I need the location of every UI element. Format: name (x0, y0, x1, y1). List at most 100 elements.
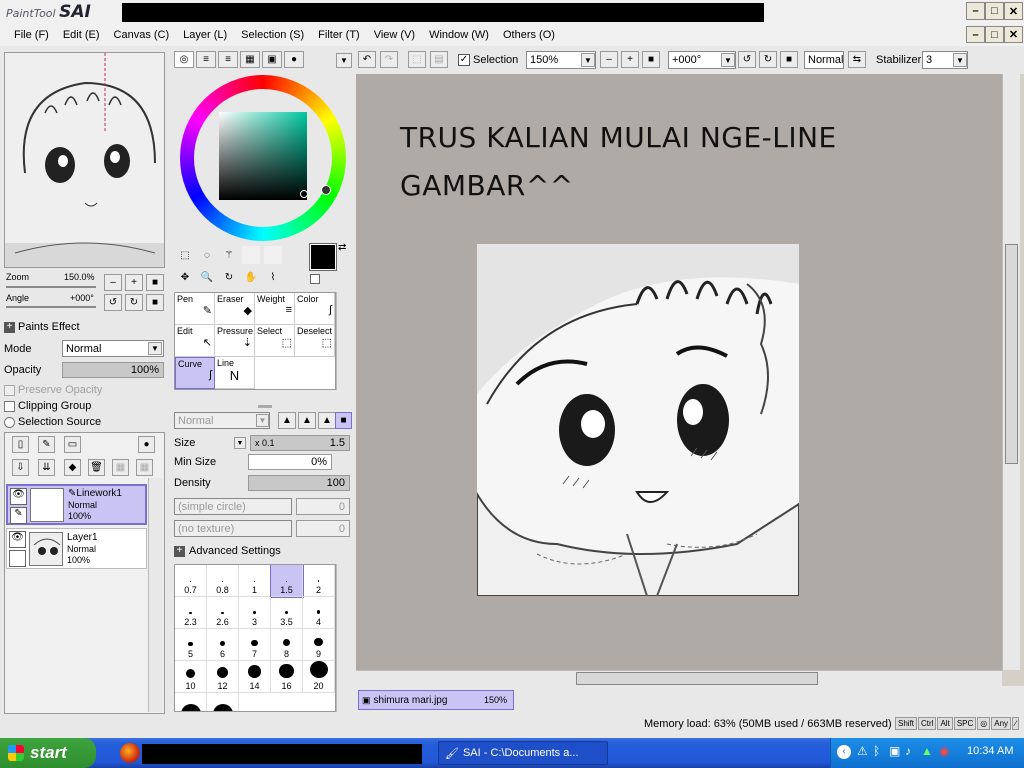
close-button[interactable]: ✕ (1004, 2, 1023, 20)
clipping-group-checkbox[interactable] (4, 401, 15, 412)
preserve-opacity-checkbox[interactable] (4, 385, 15, 396)
angle-slider[interactable] (6, 306, 96, 308)
doc-maximize-button[interactable]: □ (985, 26, 1004, 43)
tool-edit[interactable]: Edit ↖ (175, 325, 215, 357)
brush-size-preset[interactable]: 16 (271, 661, 303, 693)
brush-size-preset[interactable]: 1.5 (270, 565, 304, 598)
zoom-reset-button[interactable]: ■ (146, 274, 164, 291)
tool-line[interactable]: Line N (215, 357, 255, 389)
doc-close-button[interactable]: ✕ (1004, 26, 1023, 43)
brush-size-preset[interactable] (175, 693, 207, 711)
layer-scrollbar[interactable] (148, 478, 163, 712)
eye-icon[interactable]: 👁 (10, 488, 27, 505)
chevron-down-icon[interactable]: ▼ (148, 342, 162, 355)
navigator-preview[interactable] (4, 52, 165, 268)
brush-size-preset[interactable]: 7 (239, 629, 271, 661)
tool-deselect[interactable]: Deselect ⬚ (295, 325, 335, 357)
tool-select[interactable]: Select ⬚ (255, 325, 295, 357)
primary-color-swatch[interactable] (309, 243, 337, 271)
start-button[interactable]: start (0, 738, 96, 768)
mixer-tab[interactable]: ● (284, 51, 304, 68)
menu-filter[interactable]: Filter (T) (304, 29, 360, 41)
layer-item-linework1[interactable]: 👁 ✎ ✎Linework1 Normal 100% (6, 484, 147, 525)
advanced-settings-label[interactable]: Advanced Settings (189, 545, 281, 557)
edge-soft-icon[interactable]: ▲ (318, 412, 336, 429)
transparent-color-icon[interactable] (310, 274, 320, 284)
brush-size-preset[interactable]: 8 (271, 629, 303, 661)
menu-window[interactable]: Window (W) (415, 29, 489, 41)
zoom-out-button[interactable]: – (104, 274, 122, 291)
brush-size-preset[interactable]: 6 (207, 629, 239, 661)
canvas-horizontal-scrollbar[interactable] (356, 670, 1002, 686)
rgb-slider-tab[interactable]: ≡ (196, 51, 216, 68)
trash-icon[interactable]: 🗑 (88, 459, 105, 476)
vertical-scroll-thumb[interactable] (1005, 244, 1018, 464)
color-menu-button[interactable]: ▼ (336, 53, 352, 68)
move-icon[interactable]: ✥ (176, 268, 194, 286)
toolbar-zoom-reset-button[interactable]: ■ (642, 51, 660, 68)
undo-icon[interactable]: ↶ (358, 51, 376, 68)
layer-item-layer1[interactable]: 👁 Layer1 Normal 100% (6, 528, 147, 569)
menu-edit[interactable]: Edit (E) (49, 29, 100, 41)
color-picker-handle[interactable] (300, 190, 308, 198)
toolbar-zoom-out-button[interactable]: – (600, 51, 618, 68)
saturation-value-square[interactable] (219, 112, 307, 200)
warning-icon[interactable]: ▲ (921, 744, 933, 758)
tool-eraser[interactable]: Eraser ◆ (215, 293, 255, 325)
brush-size-preset[interactable]: 3.5 (271, 597, 303, 629)
tool-weight[interactable]: Weight ≡ (255, 293, 295, 325)
expand-icon[interactable]: + (174, 546, 185, 557)
antivirus-icon[interactable]: ◉ (939, 744, 949, 758)
blend-mode-select[interactable]: Normal (804, 51, 844, 69)
merge-down-icon[interactable]: ⇊ (38, 459, 55, 476)
tool-color[interactable]: Color ∫ (295, 293, 335, 325)
splitter-handle[interactable] (258, 405, 272, 408)
menu-layer[interactable]: Layer (L) (169, 29, 227, 41)
menu-file[interactable]: File (F) (0, 29, 49, 41)
tool-pressure[interactable]: Pressure ⇣ (215, 325, 255, 357)
brush-texture-select[interactable]: (no texture) (174, 520, 292, 537)
tool-pen[interactable]: Pen ✎ (175, 293, 215, 325)
display-icon[interactable]: ▣ (889, 744, 900, 758)
swap-colors-icon[interactable]: ⇄ (338, 242, 346, 253)
brush-size-preset[interactable]: 2.3 (175, 597, 207, 629)
magic-wand-icon[interactable]: ⚚ (220, 246, 238, 264)
zoom-slider[interactable] (6, 286, 96, 288)
brush-texture-strength[interactable]: 0 (296, 520, 350, 537)
new-layer-icon[interactable]: ▯ (12, 436, 29, 453)
edge-hard-icon[interactable]: ▲ (278, 412, 296, 429)
brush-size-preset[interactable]: 3 (239, 597, 271, 629)
toolbar-rotate-right-button[interactable]: ↻ (759, 51, 777, 68)
minimize-button[interactable]: – (966, 2, 985, 20)
selection-source-radio[interactable] (4, 417, 15, 428)
rotate-left-button[interactable]: ↺ (104, 294, 122, 311)
canvas-viewport[interactable]: TRUS KALIAN MULAI NGE-LINE GAMBAR^^ (356, 74, 1002, 670)
brush-size-preset[interactable]: 5 (175, 629, 207, 661)
scratchpad-tab[interactable]: ▣ (262, 51, 282, 68)
toolbar-zoom-in-button[interactable]: + (621, 51, 639, 68)
rect-select-icon[interactable]: ⬚ (176, 246, 194, 264)
brush-size-preset[interactable]: 9 (303, 629, 335, 661)
canvas-image[interactable] (477, 244, 799, 596)
document-tab[interactable]: ▣ shimura mari.jpg 150% (358, 690, 514, 710)
chevron-down-icon[interactable]: ▼ (953, 53, 967, 67)
maximize-button[interactable]: □ (985, 2, 1004, 20)
rotate-right-button[interactable]: ↻ (125, 294, 143, 311)
doc-minimize-button[interactable]: – (966, 26, 985, 43)
lasso-icon[interactable]: ◌ (198, 246, 216, 264)
chevron-down-icon[interactable]: ▼ (256, 414, 269, 427)
eyedropper-icon[interactable]: ⌇ (264, 268, 282, 286)
expand-icon[interactable]: + (4, 322, 15, 333)
min-size-bar[interactable]: 0% (248, 454, 332, 470)
brush-size-preset[interactable]: 1 (239, 565, 271, 597)
brush-size-preset[interactable]: 20 (303, 661, 335, 693)
brush-size-preset[interactable]: 10 (175, 661, 207, 693)
rotate-icon[interactable]: ↻ (220, 268, 238, 286)
brush-shape-strength[interactable]: 0 (296, 498, 350, 515)
brush-size-preset[interactable]: 14 (239, 661, 271, 693)
brush-size-preset[interactable]: 4 (303, 597, 335, 629)
pen-lock-icon[interactable] (9, 550, 26, 567)
brush-size-preset[interactable]: 12 (207, 661, 239, 693)
brush-size-preset[interactable]: 0.7 (175, 565, 207, 597)
tool-curve[interactable]: Curve ∫ (175, 357, 215, 389)
